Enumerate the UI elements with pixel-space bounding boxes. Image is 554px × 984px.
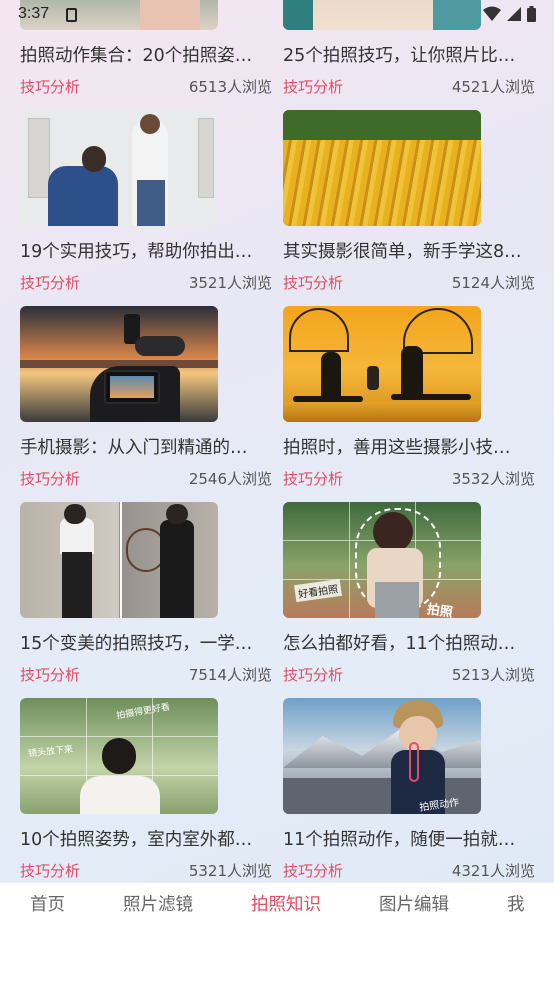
thumbnail-caption: 镜头放下来 xyxy=(27,744,74,760)
category-tag: 技巧分析 xyxy=(283,78,344,96)
view-count: 3521人浏览 xyxy=(188,274,272,292)
article-card[interactable]: 好看拍照 拍照 怎么拍都好看，11个拍照动… 技巧分析 5213人浏览 xyxy=(283,502,535,685)
app-notification-icon xyxy=(66,8,77,22)
article-thumbnail xyxy=(20,306,218,422)
article-thumbnail xyxy=(20,110,218,226)
status-time: 3:37 xyxy=(18,5,50,22)
article-title: 25个拍照技巧，让你照片比… xyxy=(283,46,516,66)
category-tag: 技巧分析 xyxy=(20,666,81,684)
article-card[interactable]: 手机摄影：从入门到精通的… 技巧分析 2546人浏览 xyxy=(20,306,272,489)
view-count: 7514人浏览 xyxy=(188,666,272,684)
category-tag: 技巧分析 xyxy=(283,862,344,880)
thumbnail-caption: 好看拍照 xyxy=(294,578,342,603)
article-card[interactable]: 其实摄影很简单，新手学这8… 技巧分析 5124人浏览 xyxy=(283,110,535,293)
bottom-nav: 首页 照片滤镜 拍照知识 图片编辑 我 xyxy=(0,882,554,984)
article-thumbnail: 拍照动作 xyxy=(283,698,481,814)
view-count: 5321人浏览 xyxy=(188,862,272,880)
view-count: 5213人浏览 xyxy=(451,666,535,684)
view-count: 4321人浏览 xyxy=(451,862,535,880)
article-title: 15个变美的拍照技巧，一学… xyxy=(20,634,253,654)
article-title: 11个拍照动作，随便一拍就… xyxy=(283,830,516,850)
nav-image-edit[interactable]: 图片编辑 xyxy=(379,891,449,916)
status-icons xyxy=(483,6,536,22)
signal-icon xyxy=(507,7,521,21)
article-thumbnail: 好看拍照 拍照 xyxy=(283,502,481,618)
status-bar: 3:37 xyxy=(0,0,554,30)
article-title: 拍照时，善用这些摄影小技… xyxy=(283,438,511,458)
nav-home[interactable]: 首页 xyxy=(30,891,65,916)
article-thumbnail xyxy=(20,502,218,618)
article-card[interactable]: 拍摄得更好看 镜头放下来 10个拍照姿势，室内室外都… 技巧分析 5321人浏览 xyxy=(20,698,272,881)
view-count: 6513人浏览 xyxy=(188,78,272,96)
view-count: 5124人浏览 xyxy=(451,274,535,292)
battery-icon xyxy=(527,6,536,22)
article-title: 拍照动作集合：20个拍照姿… xyxy=(20,46,253,66)
article-title: 怎么拍都好看，11个拍照动… xyxy=(283,634,516,654)
view-count: 2546人浏览 xyxy=(188,470,272,488)
category-tag: 技巧分析 xyxy=(20,274,81,292)
nav-photo-knowledge[interactable]: 拍照知识 xyxy=(251,891,321,916)
article-card[interactable]: 拍照动作 11个拍照动作，随便一拍就… 技巧分析 4321人浏览 xyxy=(283,698,535,881)
view-count: 4521人浏览 xyxy=(451,78,535,96)
nav-me[interactable]: 我 xyxy=(507,891,525,916)
article-title: 19个实用技巧，帮助你拍出… xyxy=(20,242,253,262)
category-tag: 技巧分析 xyxy=(20,470,81,488)
category-tag: 技巧分析 xyxy=(20,862,81,880)
article-card[interactable]: 19个实用技巧，帮助你拍出… 技巧分析 3521人浏览 xyxy=(20,110,272,293)
wifi-icon xyxy=(483,6,501,21)
article-title: 其实摄影很简单，新手学这8… xyxy=(283,242,522,262)
thumbnail-caption: 拍摄得更好看 xyxy=(115,702,171,722)
article-card[interactable]: 15个变美的拍照技巧，一学… 技巧分析 7514人浏览 xyxy=(20,502,272,685)
category-tag: 技巧分析 xyxy=(283,274,344,292)
article-title: 手机摄影：从入门到精通的… xyxy=(20,438,248,458)
article-feed[interactable]: 拍照动作集合：20个拍照姿… 技巧分析 6513人浏览 25个拍照技巧，让你照片… xyxy=(0,0,554,882)
nav-photo-filter[interactable]: 照片滤镜 xyxy=(123,891,193,916)
article-thumbnail xyxy=(283,306,481,422)
category-tag: 技巧分析 xyxy=(20,78,81,96)
article-thumbnail: 拍摄得更好看 镜头放下来 xyxy=(20,698,218,814)
category-tag: 技巧分析 xyxy=(283,666,344,684)
thumbnail-caption: 拍照 xyxy=(425,602,454,618)
view-count: 3532人浏览 xyxy=(451,470,535,488)
category-tag: 技巧分析 xyxy=(283,470,344,488)
article-title: 10个拍照姿势，室内室外都… xyxy=(20,830,253,850)
article-thumbnail xyxy=(283,110,481,226)
article-card[interactable]: 拍照时，善用这些摄影小技… 技巧分析 3532人浏览 xyxy=(283,306,535,489)
